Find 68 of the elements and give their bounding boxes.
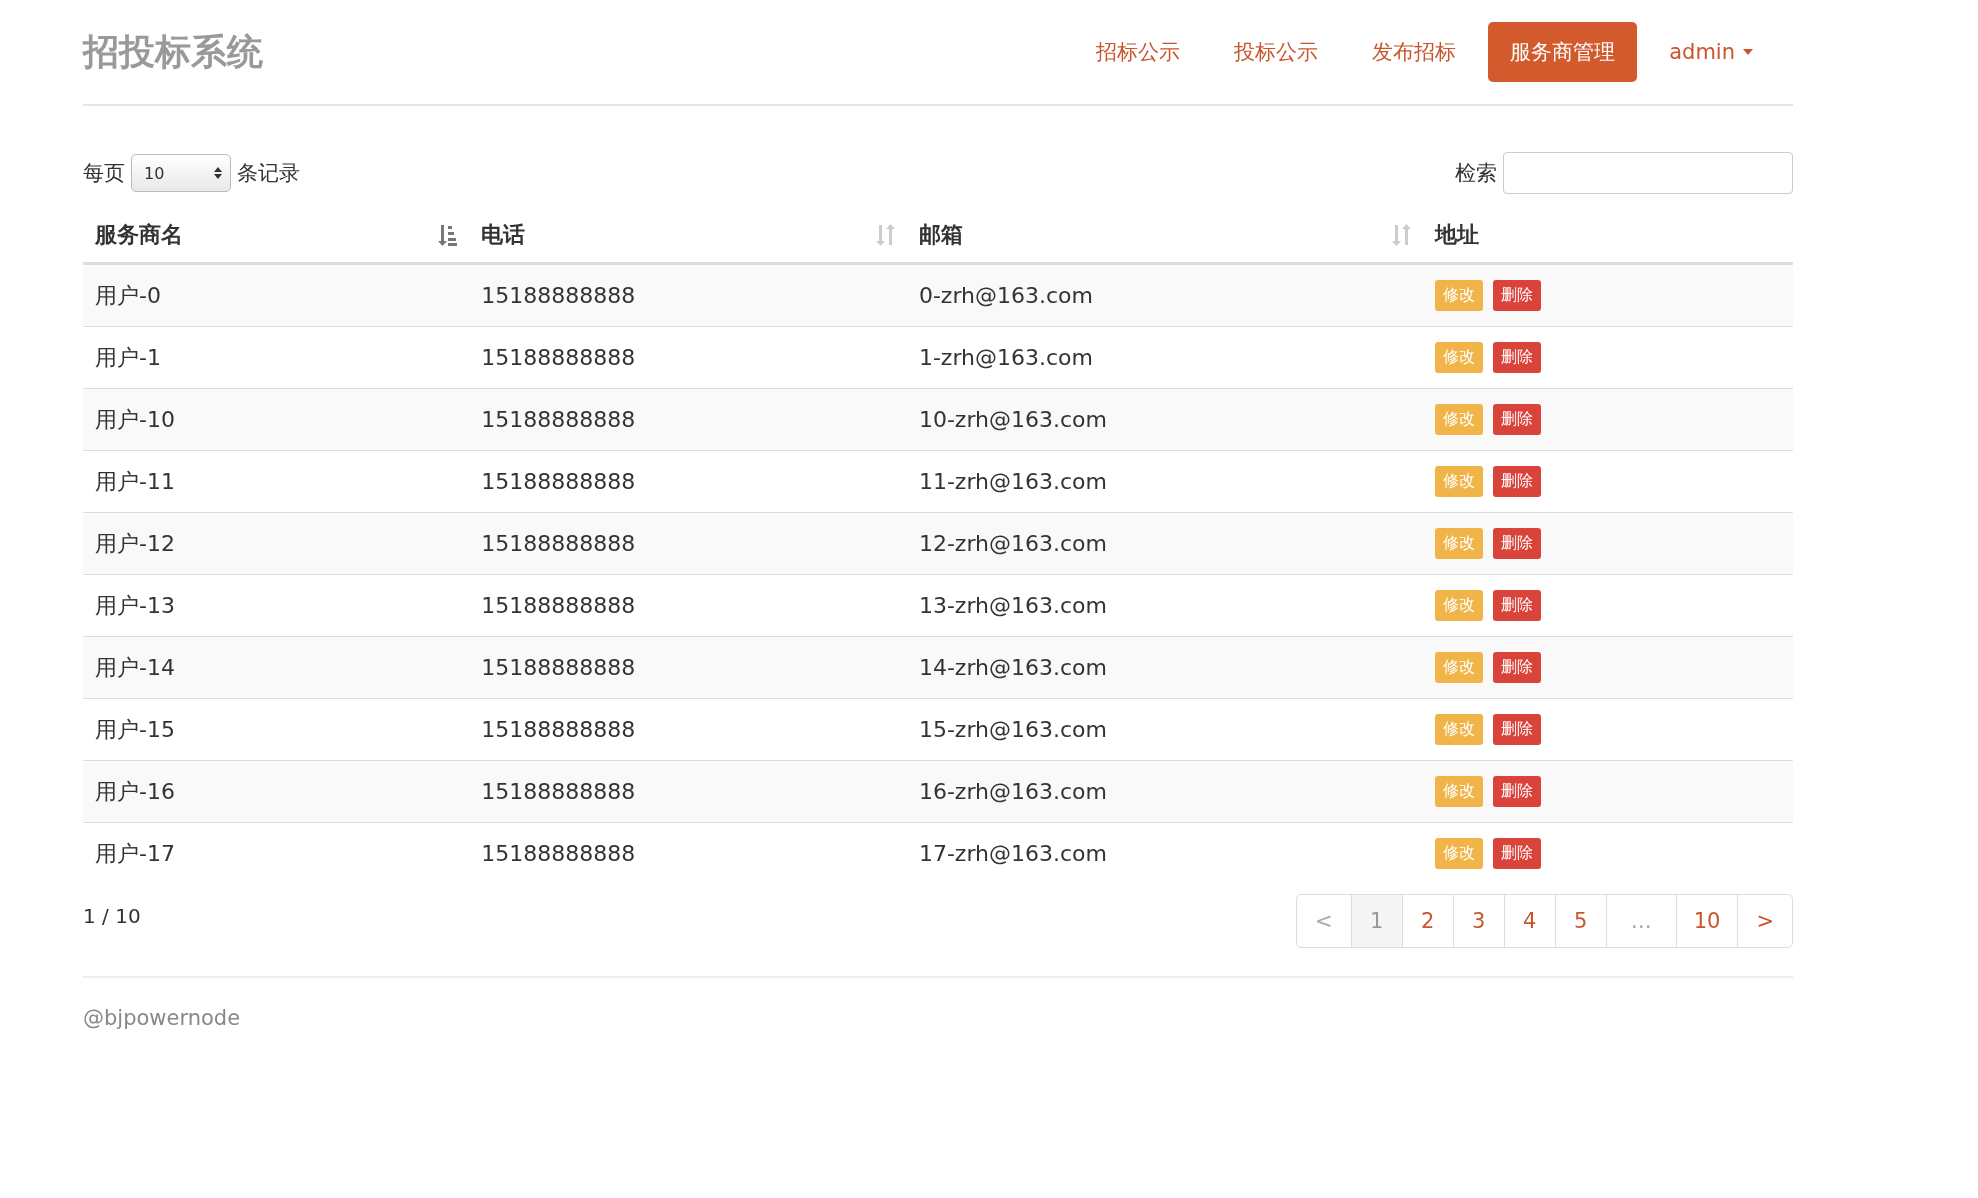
delete-button[interactable]: 删除	[1493, 404, 1542, 435]
table-cell: 用户-1	[95, 344, 161, 370]
table-cell: 15188888888	[481, 469, 636, 494]
table-cell: 用户-11	[95, 468, 175, 494]
table-cell: 15188888888	[481, 407, 636, 432]
caret-icon	[1743, 49, 1753, 55]
nav-link[interactable]: 服务商管理	[1488, 22, 1638, 82]
table-cell: 用户-17	[95, 840, 175, 866]
table-cell: 10-zrh@163.com	[918, 407, 1107, 432]
delete-button[interactable]: 删除	[1493, 590, 1542, 621]
page-size-select[interactable]: 10	[131, 154, 231, 192]
page-info: 1 / 10	[83, 904, 141, 928]
table-cell: 15188888888	[481, 593, 636, 618]
nav-link[interactable]: 发布招标	[1350, 22, 1479, 82]
table-cell: 15188888888	[481, 531, 636, 556]
table-cell: 12-zrh@163.com	[918, 531, 1107, 556]
sort-icon[interactable]	[437, 224, 458, 246]
column-header: 服务商名	[95, 221, 183, 249]
delete-button[interactable]: 删除	[1493, 776, 1542, 807]
table-cell: 16-zrh@163.com	[918, 779, 1107, 804]
delete-button[interactable]: 删除	[1493, 466, 1542, 497]
table-cell: 11-zrh@163.com	[918, 469, 1107, 494]
delete-button[interactable]: 删除	[1493, 280, 1542, 311]
page-ellipsis: …	[1605, 895, 1676, 947]
table-cell: 15188888888	[481, 717, 636, 742]
updown-icon	[214, 166, 222, 180]
delete-button[interactable]: 删除	[1493, 652, 1542, 683]
table-cell: 15188888888	[481, 779, 636, 804]
column-header: 电话	[481, 221, 526, 249]
delete-button[interactable]: 删除	[1493, 714, 1542, 745]
table-cell: 15188888888	[481, 655, 636, 680]
next-page-button[interactable]: >	[1737, 895, 1792, 947]
nav-link[interactable]: 招标公示	[1074, 22, 1203, 82]
table-cell: 15188888888	[481, 345, 636, 370]
table-cell: 用户-15	[95, 716, 175, 742]
page-size-prefix: 每页	[83, 160, 125, 187]
page-button[interactable]: 5	[1554, 895, 1606, 947]
user-menu[interactable]: admin	[1647, 24, 1775, 80]
table-cell: 用户-13	[95, 592, 175, 618]
table-cell: 13-zrh@163.com	[918, 593, 1107, 618]
search-field[interactable]	[1503, 152, 1793, 194]
table-cell: 15-zrh@163.com	[918, 717, 1107, 742]
site-title: 招投标系统	[83, 29, 263, 74]
nav-link[interactable]: 投标公示	[1212, 22, 1341, 82]
footer-text: @bjpowernode	[83, 1006, 241, 1030]
page-button[interactable]: 4	[1503, 895, 1555, 947]
table-cell: 用户-16	[95, 778, 175, 804]
search-label: 检索	[1455, 160, 1497, 187]
page-button[interactable]: 1	[1350, 895, 1402, 947]
page-button[interactable]: 10	[1675, 895, 1738, 947]
table-cell: 用户-10	[95, 406, 175, 432]
table-cell: 用户-14	[95, 654, 175, 680]
table-cell: 17-zrh@163.com	[918, 841, 1107, 866]
table-cell: 14-zrh@163.com	[918, 655, 1107, 680]
column-header: 地址	[1435, 221, 1480, 249]
page-size-suffix: 条记录	[237, 160, 300, 187]
table-cell: 15188888888	[481, 841, 636, 866]
column-header: 邮箱	[918, 221, 963, 249]
page-button[interactable]: 3	[1452, 895, 1504, 947]
table-cell: 用户-0	[95, 282, 161, 308]
delete-button[interactable]: 删除	[1493, 342, 1542, 373]
delete-button[interactable]: 删除	[1493, 528, 1542, 559]
table-cell: 1-zrh@163.com	[918, 345, 1093, 370]
table-cell: 15188888888	[481, 283, 636, 308]
table-cell: 用户-12	[95, 530, 175, 556]
delete-button[interactable]: 删除	[1493, 838, 1542, 869]
table-cell: 0-zrh@163.com	[918, 283, 1093, 308]
page-button[interactable]: 2	[1401, 895, 1453, 947]
